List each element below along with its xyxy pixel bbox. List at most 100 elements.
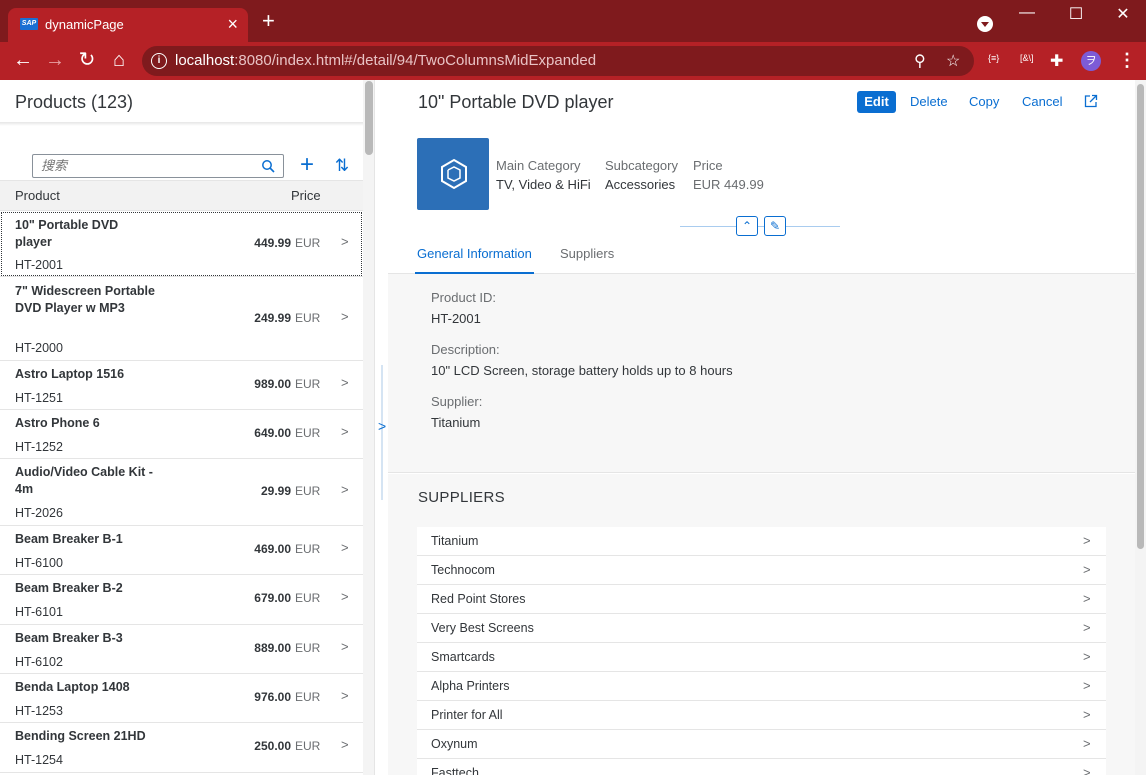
product-currency: EUR	[295, 690, 321, 704]
share-icon[interactable]	[1084, 94, 1098, 108]
list-item[interactable]: Benda Laptop 1408 HT-1253 976.00 EUR >	[0, 674, 363, 723]
chevron-right-icon: >	[1083, 591, 1091, 606]
forward-icon[interactable]: →	[42, 48, 68, 72]
collapse-header-icon[interactable]: ⌃	[736, 216, 758, 236]
supplier-item[interactable]: Fasttech >	[417, 759, 1106, 775]
url-host: localhost	[175, 52, 235, 69]
chevron-right-icon: >	[341, 639, 349, 654]
supplier-item[interactable]: Red Point Stores >	[417, 585, 1106, 614]
list-item[interactable]: Astro Laptop 1516 HT-1251 989.00 EUR >	[0, 361, 363, 410]
product-currency: EUR	[295, 311, 321, 325]
add-product-button[interactable]: +	[296, 152, 318, 178]
supplier-name: Red Point Stores	[431, 592, 526, 606]
edit-button[interactable]: Edit	[857, 91, 896, 113]
close-tab-icon[interactable]: ×	[227, 14, 238, 34]
product-id: HT-2026	[15, 506, 63, 520]
product-name: Bending Screen 21HD	[15, 729, 146, 743]
tab-search-icon[interactable]	[977, 16, 993, 32]
supplier-item[interactable]: Technocom >	[417, 556, 1106, 585]
product-list-pane: Products (123) + ⇅ Product Price 10" Por…	[0, 80, 375, 775]
home-icon[interactable]: ⌂	[106, 48, 132, 72]
product-price: 649.00	[254, 426, 291, 440]
product-name: 7" Widescreen Portable DVD Player w MP3	[15, 284, 155, 315]
product-price: 989.00	[254, 377, 291, 391]
profile-avatar[interactable]: ヲ	[1081, 51, 1101, 71]
window-close-button[interactable]: ✕	[1108, 4, 1138, 24]
list-item[interactable]: Beam Breaker B-2 HT-6101 679.00 EUR >	[0, 575, 363, 625]
product-currency: EUR	[295, 591, 321, 605]
chevron-right-icon: >	[1083, 678, 1091, 693]
list-item[interactable]: Beam Breaker B-1 HT-6100 469.00 EUR >	[0, 526, 363, 575]
product-id: HT-6102	[15, 655, 63, 669]
extensions-puzzle-icon[interactable]: ✚	[1050, 51, 1063, 71]
detail-tabs: General Information Suppliers	[388, 238, 1146, 274]
tab-suppliers[interactable]: Suppliers	[560, 246, 614, 261]
supplier-name: Alpha Printers	[431, 679, 510, 693]
delete-button[interactable]: Delete	[910, 94, 948, 109]
supplier-name: Very Best Screens	[431, 621, 534, 635]
tab-general-information[interactable]: General Information	[415, 246, 534, 274]
product-price: 469.00	[254, 542, 291, 556]
back-icon[interactable]: ←	[10, 48, 36, 72]
url-text[interactable]: localhost:8080/index.html#/detail/94/Two…	[175, 52, 596, 69]
list-scrollbar[interactable]	[363, 80, 374, 775]
copy-button[interactable]: Copy	[969, 94, 999, 109]
price-value: EUR 449.99	[693, 177, 764, 192]
pin-header-icon[interactable]: ✎	[764, 216, 786, 236]
bookmark-star-icon[interactable]: ☆	[946, 51, 960, 71]
site-info-icon[interactable]: i	[151, 53, 167, 69]
extension-json-icon[interactable]: {≡}	[988, 53, 999, 63]
supplier-item[interactable]: Titanium >	[417, 527, 1106, 556]
list-item[interactable]: Astro Phone 6 HT-1252 649.00 EUR >	[0, 410, 363, 459]
search-icon[interactable]	[261, 159, 275, 173]
list-item[interactable]: 7" Widescreen Portable DVD Player w MP3 …	[0, 277, 363, 361]
list-scrollbar-thumb[interactable]	[365, 81, 373, 155]
description-label: Description:	[431, 342, 500, 357]
price-label: Price	[693, 158, 723, 173]
search-field[interactable]	[32, 154, 284, 178]
detail-scrollbar[interactable]	[1135, 80, 1146, 775]
product-price: 29.99	[260, 484, 291, 498]
browser-toolbar: ← → ↻ ⌂ i localhost:8080/index.html#/det…	[0, 42, 1146, 80]
reload-icon[interactable]: ↻	[74, 48, 100, 72]
chevron-right-icon: >	[341, 424, 349, 439]
supplier-item[interactable]: Very Best Screens >	[417, 614, 1106, 643]
supplier-item[interactable]: Alpha Printers >	[417, 672, 1106, 701]
product-name: Beam Breaker B-3	[15, 631, 123, 645]
maximize-button[interactable]: ☐	[1061, 4, 1091, 24]
supplier-item[interactable]: Oxynum >	[417, 730, 1106, 759]
supplier-name: Technocom	[431, 563, 495, 577]
address-bar[interactable]: i localhost:8080/index.html#/detail/94/T…	[142, 46, 974, 76]
chevron-right-icon: >	[341, 234, 349, 249]
tab-title: dynamicPage	[45, 17, 124, 32]
product-name: 10" Portable DVD player	[15, 218, 119, 249]
product-name: Astro Phone 6	[15, 416, 100, 430]
sort-button[interactable]: ⇅	[331, 154, 353, 178]
supplier-item[interactable]: Printer for All >	[417, 701, 1106, 730]
search-input[interactable]	[41, 158, 251, 175]
list-item[interactable]: Audio/Video Cable Kit - 4m HT-2026 29.99…	[0, 459, 363, 526]
detail-scrollbar-thumb[interactable]	[1137, 84, 1144, 549]
list-item[interactable]: Beam Breaker B-3 HT-6102 889.00 EUR >	[0, 625, 363, 674]
browser-menu-icon[interactable]: ⋮	[1118, 50, 1136, 70]
new-tab-button[interactable]: +	[262, 10, 275, 32]
zoom-icon[interactable]: ⚲	[914, 51, 926, 71]
subcategory-attribute: Subcategory Accessories	[605, 158, 678, 192]
minimize-button[interactable]: —	[1012, 4, 1042, 22]
product-id: HT-1254	[15, 753, 63, 767]
extension-icon[interactable]: [&\]	[1020, 53, 1034, 63]
price-attribute: Price EUR 449.99	[693, 158, 764, 192]
product-id: HT-1252	[15, 440, 63, 454]
description-field: Description: 10" LCD Screen, storage bat…	[431, 342, 733, 378]
main-category-attribute: Main Category TV, Video & HiFi	[496, 158, 591, 192]
cancel-button[interactable]: Cancel	[1022, 94, 1062, 109]
supplier-name: Fasttech	[431, 766, 479, 775]
supplier-item[interactable]: Smartcards >	[417, 643, 1106, 672]
suppliers-section: SUPPLIERS Titanium > Technocom > Red Point…	[388, 474, 1146, 775]
chevron-right-icon: >	[1083, 736, 1091, 751]
expand-column-arrow-icon[interactable]: >	[378, 418, 386, 434]
list-item[interactable]: 10" Portable DVD player HT-2001 449.99 E…	[0, 211, 363, 277]
list-item[interactable]: Bending Screen 21HD HT-1254 250.00 EUR >	[0, 723, 363, 773]
browser-tab[interactable]: SAP dynamicPage ×	[8, 8, 248, 42]
product-price: 449.99	[254, 236, 291, 250]
